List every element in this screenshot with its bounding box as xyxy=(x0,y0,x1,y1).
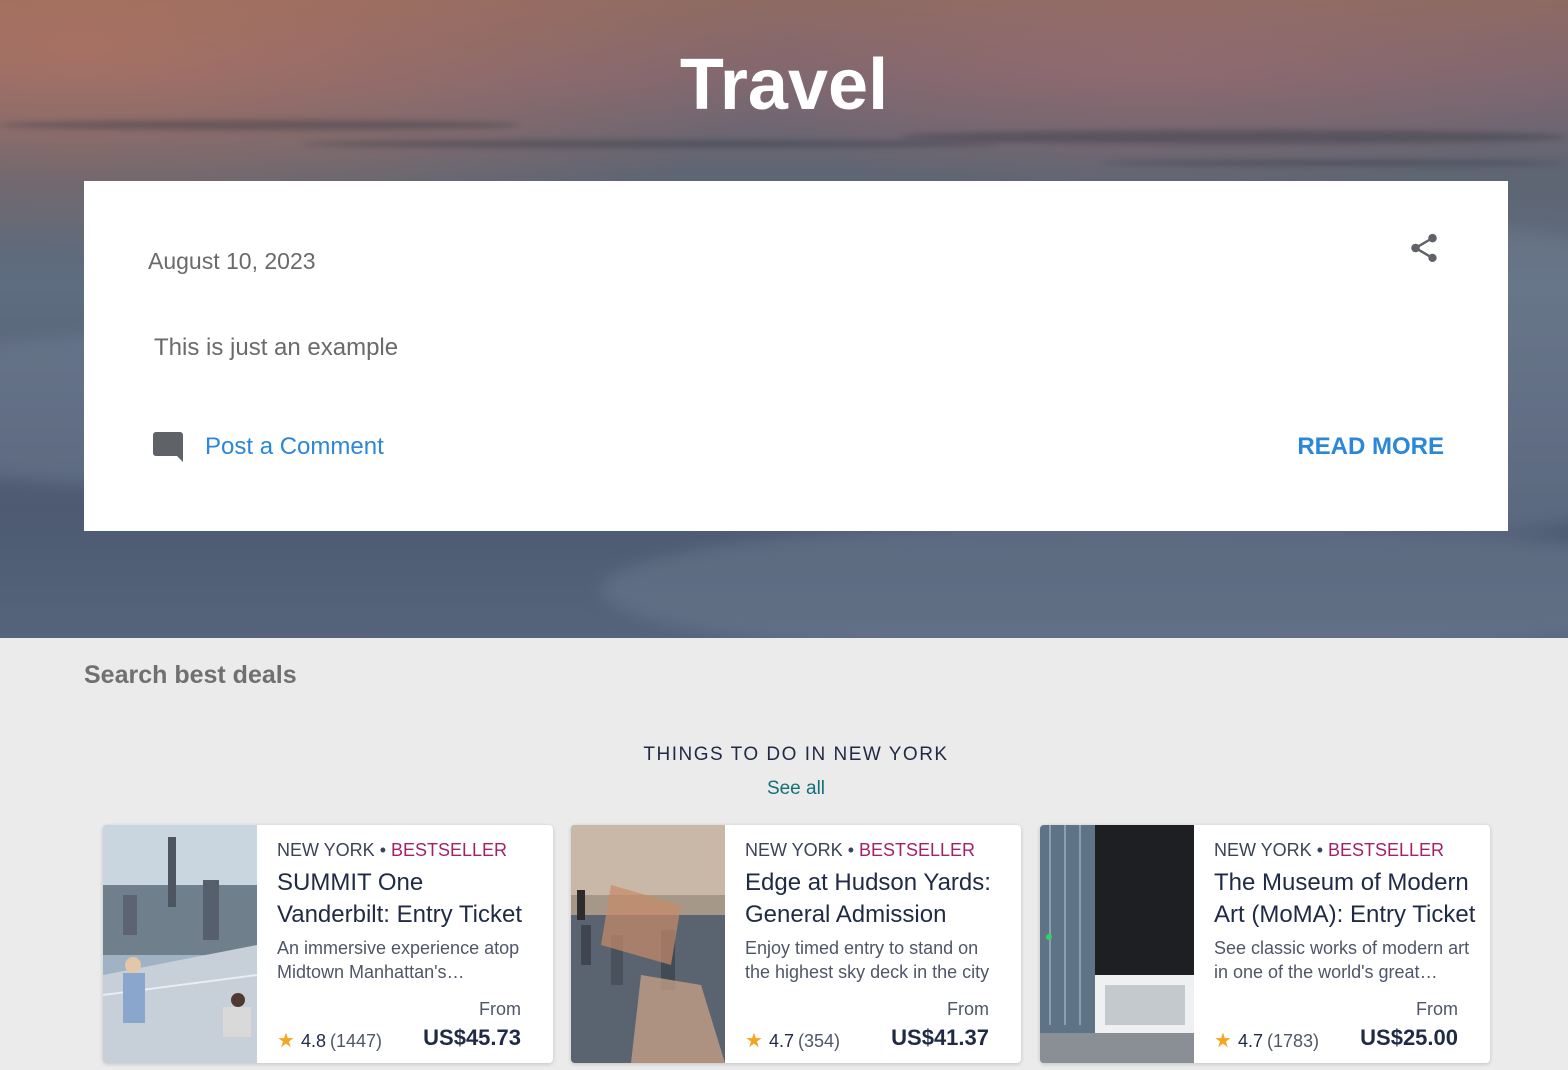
star-icon: ★ xyxy=(277,1030,295,1052)
hero-banner: Travel August 10, 2023 This is just an e… xyxy=(0,0,1568,638)
separator-dot: • xyxy=(379,840,386,860)
deal-badge: BESTSELLER xyxy=(859,840,976,860)
section-title: Search best deals xyxy=(84,661,297,689)
deal-location: NEW YORK xyxy=(277,840,375,860)
widget-title: THINGS TO DO IN NEW YORK xyxy=(643,744,949,765)
hero-cloud xyxy=(300,140,1000,148)
read-more-link[interactable]: READ MORE xyxy=(1297,433,1444,461)
post-card: August 10, 2023 This is just an example … xyxy=(84,181,1508,531)
site-title[interactable]: Travel xyxy=(0,44,1568,126)
deal-location: NEW YORK xyxy=(1214,840,1312,860)
rating-value: 4.8 xyxy=(300,1031,326,1051)
deal-rating: ★ 4.7 (354) xyxy=(745,1028,840,1053)
price-from-label: From xyxy=(1416,999,1458,1019)
separator-dot: • xyxy=(847,840,854,860)
separator-dot: • xyxy=(1316,840,1323,860)
star-icon: ★ xyxy=(745,1030,763,1052)
share-icon[interactable] xyxy=(1407,231,1441,265)
review-count: (1447) xyxy=(329,1031,382,1051)
deal-description: Enjoy timed entry to stand on the highes… xyxy=(745,938,990,982)
hero-cloud xyxy=(1100,160,1568,166)
deal-card[interactable]: NEW YORK • BESTSELLER SUMMIT One Vanderbil… xyxy=(103,825,553,1063)
deal-badge: BESTSELLER xyxy=(1328,840,1445,860)
post-comment-link[interactable]: Post a Comment xyxy=(205,433,384,461)
price-from-label: From xyxy=(947,999,989,1019)
deal-location: NEW YORK xyxy=(745,840,843,860)
deal-card[interactable]: NEW YORK • BESTSELLER The Museum of Modern… xyxy=(1040,825,1490,1063)
deal-price: US$25.00 xyxy=(1360,1025,1458,1050)
hero-dune xyxy=(600,520,1568,638)
deal-description: An immersive experience atop Midtown Man… xyxy=(277,938,520,982)
rating-value: 4.7 xyxy=(1237,1031,1263,1051)
deal-price: US$41.37 xyxy=(891,1025,989,1050)
see-all-link[interactable]: See all xyxy=(0,778,1568,800)
deal-thumbnail xyxy=(1040,825,1194,1063)
comment-icon[interactable] xyxy=(150,429,186,465)
deal-rating: ★ 4.7 (1783) xyxy=(1214,1028,1319,1053)
post-body: This is just an example xyxy=(154,334,399,361)
deal-description: See classic works of modern art in one o… xyxy=(1214,938,1470,982)
deal-title[interactable]: The Museum of Modern Art (MoMA): Entry T… xyxy=(1214,867,1476,931)
deal-thumbnail xyxy=(571,825,725,1063)
review-count: (1783) xyxy=(1266,1031,1319,1051)
deal-thumbnail xyxy=(103,825,257,1063)
star-icon: ★ xyxy=(1214,1030,1232,1052)
deal-rating: ★ 4.8 (1447) xyxy=(277,1028,382,1053)
hero-cloud xyxy=(900,130,1568,144)
deal-card[interactable]: NEW YORK • BESTSELLER Edge at Hudson Yards… xyxy=(571,825,1021,1063)
rating-value: 4.7 xyxy=(768,1031,794,1051)
deal-badge: BESTSELLER xyxy=(391,840,508,860)
deal-price: US$45.73 xyxy=(423,1025,521,1050)
post-date[interactable]: August 10, 2023 xyxy=(148,248,316,275)
deal-title[interactable]: Edge at Hudson Yards: General Admission xyxy=(745,867,1007,931)
review-count: (354) xyxy=(797,1031,840,1051)
deal-title[interactable]: SUMMIT One Vanderbilt: Entry Ticket xyxy=(277,867,539,931)
price-from-label: From xyxy=(479,999,521,1019)
